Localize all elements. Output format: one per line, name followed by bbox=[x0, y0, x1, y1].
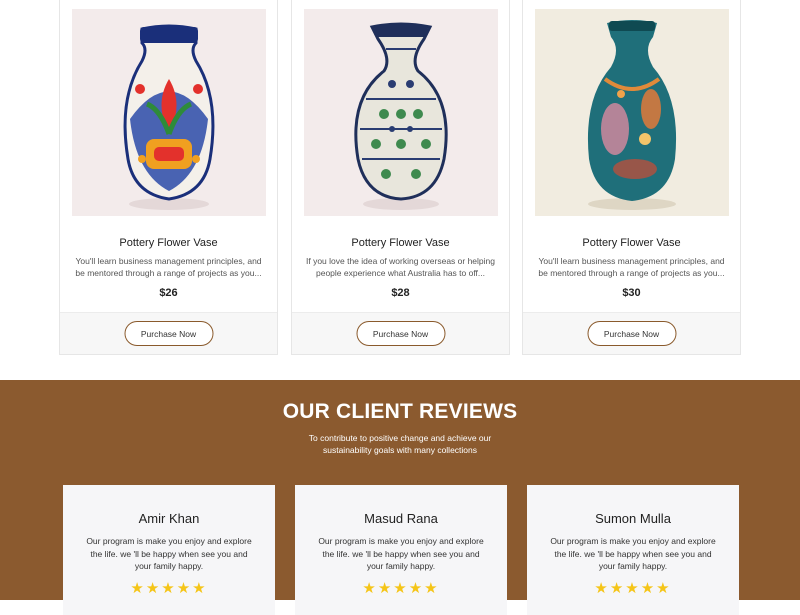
star-icon: ★ bbox=[377, 580, 394, 597]
star-icon: ★ bbox=[362, 580, 378, 597]
star-icon: ★ bbox=[640, 580, 657, 597]
review-card: Masud Rana Our program is make you enjoy… bbox=[295, 485, 507, 615]
purchase-now-button[interactable]: Purchase Now bbox=[587, 321, 676, 346]
product-price: $26 bbox=[159, 287, 178, 299]
product-title: Pottery Flower Vase bbox=[119, 237, 218, 249]
product-title: Pottery Flower Vase bbox=[351, 237, 450, 249]
product-description: You'll learn business management princip… bbox=[538, 256, 725, 278]
star-rating: ★★★★★ bbox=[527, 579, 739, 597]
star-icon: ★ bbox=[625, 580, 641, 597]
product-card: Pottery Flower Vase If you love the idea… bbox=[291, 0, 510, 355]
star-icon: ★ bbox=[176, 580, 193, 597]
product-card: Pottery Flower Vase You'll learn busines… bbox=[522, 0, 741, 355]
star-icon: ★ bbox=[609, 580, 626, 597]
review-card: Amir Khan Our program is make you enjoy … bbox=[63, 485, 275, 615]
star-icon: ★ bbox=[192, 580, 208, 597]
product-card-footer: Purchase Now bbox=[523, 312, 740, 354]
product-description: If you love the idea of working overseas… bbox=[305, 256, 495, 278]
product-image-patterned-vase[interactable] bbox=[304, 9, 498, 216]
reviewer-name: Amir Khan bbox=[138, 511, 200, 526]
star-icon: ★ bbox=[161, 580, 177, 597]
product-card: Pottery Flower Vase You'll learn busines… bbox=[59, 0, 278, 355]
review-text: Our program is make you enjoy and explor… bbox=[550, 536, 716, 571]
product-card-footer: Purchase Now bbox=[292, 312, 509, 354]
star-icon: ★ bbox=[408, 580, 425, 597]
star-rating: ★★★★★ bbox=[295, 579, 507, 597]
review-text: Our program is make you enjoy and explor… bbox=[318, 536, 484, 571]
star-icon: ★ bbox=[393, 580, 409, 597]
client-reviews-section: OUR CLIENT REVIEWS To contribute to posi… bbox=[0, 380, 800, 615]
star-icon: ★ bbox=[594, 580, 610, 597]
purchase-now-button[interactable]: Purchase Now bbox=[124, 321, 213, 346]
reviewer-name: Masud Rana bbox=[364, 511, 438, 526]
star-rating: ★★★★★ bbox=[63, 579, 275, 597]
reviewer-name: Sumon Mulla bbox=[595, 511, 671, 526]
review-text: Our program is make you enjoy and explor… bbox=[86, 536, 252, 571]
star-icon: ★ bbox=[145, 580, 162, 597]
product-title: Pottery Flower Vase bbox=[582, 237, 681, 249]
section-subheading: To contribute to positive change and ach… bbox=[308, 433, 492, 455]
product-price: $30 bbox=[622, 287, 641, 299]
product-card-footer: Purchase Now bbox=[60, 312, 277, 354]
star-icon: ★ bbox=[130, 580, 146, 597]
star-icon: ★ bbox=[656, 580, 672, 597]
product-description: You'll learn business management princip… bbox=[75, 256, 262, 278]
product-image-koi-vase[interactable] bbox=[535, 9, 729, 216]
purchase-now-button[interactable]: Purchase Now bbox=[356, 321, 445, 346]
product-image-talavera-vase[interactable] bbox=[72, 9, 266, 216]
section-heading: OUR CLIENT REVIEWS bbox=[282, 400, 518, 423]
star-icon: ★ bbox=[424, 580, 440, 597]
products-section: Pottery Flower Vase You'll learn busines… bbox=[0, 0, 800, 380]
review-card: Sumon Mulla Our program is make you enjo… bbox=[527, 485, 739, 615]
product-price: $28 bbox=[391, 287, 410, 299]
